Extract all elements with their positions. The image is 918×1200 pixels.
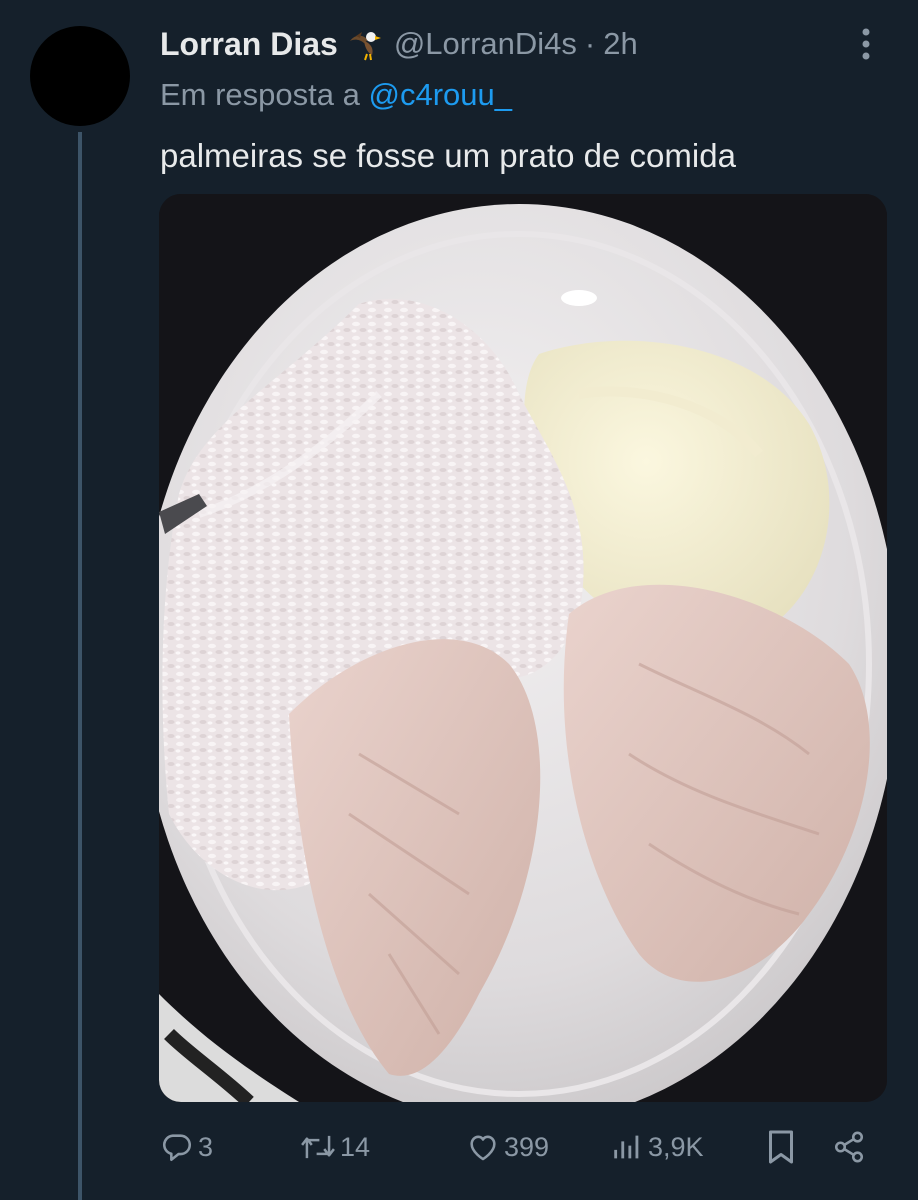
like-button[interactable]: 399 [466, 1124, 549, 1170]
like-icon [466, 1130, 500, 1164]
share-button[interactable] [832, 1124, 866, 1170]
author-handle[interactable]: @LorranDi4s [394, 26, 577, 62]
bookmark-button[interactable] [766, 1124, 796, 1170]
reply-icon [160, 1130, 194, 1164]
author-name[interactable]: Lorran Dias [160, 26, 338, 63]
reply-mention-link[interactable]: @c4rouu_ [369, 77, 513, 112]
tweet: Lorran Dias @LorranDi4s · 2h Em resposta… [0, 0, 918, 1200]
reply-button[interactable]: 3 [160, 1124, 213, 1170]
retweet-count: 14 [340, 1131, 371, 1162]
thread-line [78, 132, 82, 1200]
views-count: 3,9K [648, 1131, 704, 1162]
action-bar: 3 14 399 3,9K [160, 1124, 880, 1170]
views-icon [610, 1130, 644, 1164]
bookmark-icon [766, 1129, 796, 1165]
retweet-button[interactable]: 14 [300, 1124, 370, 1170]
tweet-photo[interactable] [159, 194, 887, 1102]
like-count: 399 [504, 1131, 550, 1162]
avatar[interactable] [30, 26, 130, 126]
reply-context: Em resposta a @c4rouu_ [160, 77, 512, 113]
timestamp[interactable]: 2h [603, 26, 637, 62]
retweet-icon [300, 1130, 336, 1164]
reply-prefix: Em resposta a [160, 77, 360, 112]
tweet-header: Lorran Dias @LorranDi4s · 2h [160, 24, 638, 64]
separator-dot: · [584, 26, 596, 61]
tweet-text: palmeiras se fosse um prato de comida [160, 137, 736, 174]
reply-count: 3 [198, 1131, 214, 1162]
share-icon [832, 1130, 866, 1164]
eagle-emoji-icon [346, 24, 386, 64]
views-button[interactable]: 3,9K [610, 1124, 704, 1170]
more-options-icon[interactable] [856, 26, 876, 62]
